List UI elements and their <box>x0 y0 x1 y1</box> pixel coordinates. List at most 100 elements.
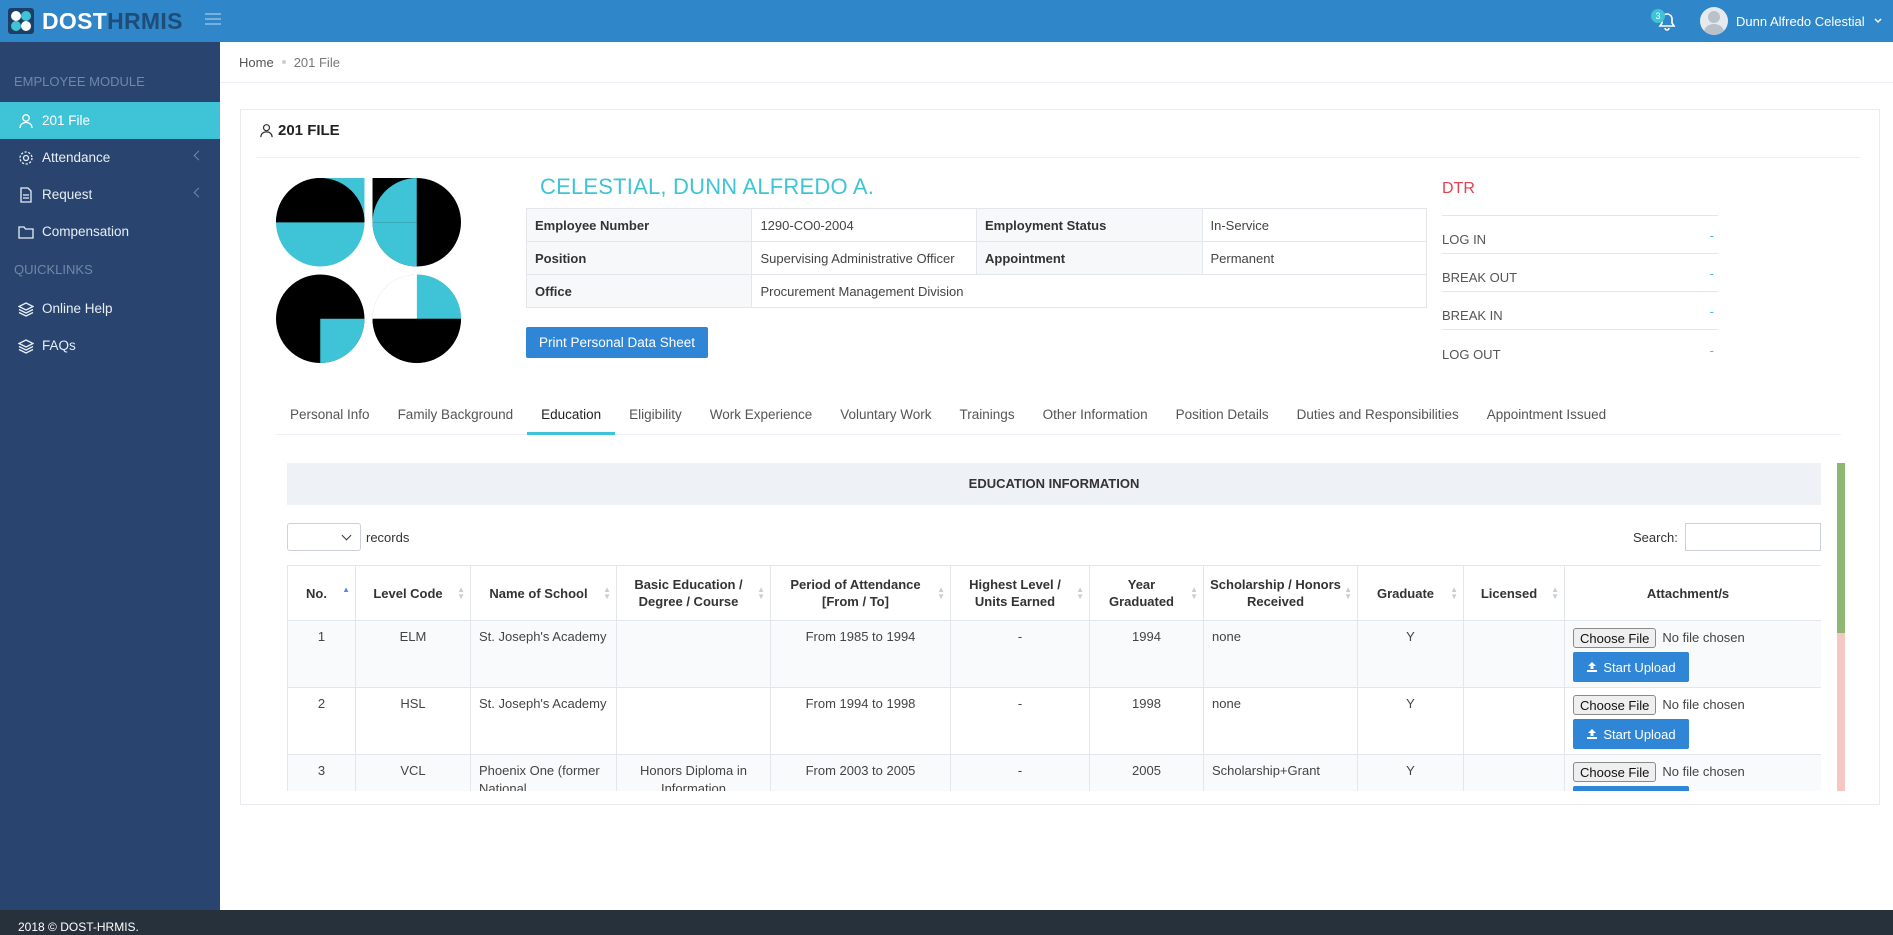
tab-voluntary-work[interactable]: Voluntary Work <box>826 395 945 435</box>
start-upload-button[interactable]: Start Upload <box>1573 652 1689 682</box>
column-header-label: Basic Education / Degree / Course <box>634 577 743 609</box>
table-row: Position Supervising Administrative Offi… <box>525 241 1427 275</box>
cell-year: 1994 <box>1089 620 1204 688</box>
sidebar-item-label: 201 File <box>42 113 91 128</box>
document-icon <box>20 186 32 203</box>
column-header-year[interactable]: Year Graduated ▲ ▼ <box>1089 565 1204 621</box>
cell-course <box>616 687 771 755</box>
cell-attachments: Choose File No file chosen Start Upload <box>1564 687 1821 755</box>
cell-no: 3 <box>287 754 356 791</box>
column-header-label: Highest Level / Units Earned <box>969 577 1061 609</box>
dtr-label: BREAK IN <box>1442 308 1503 323</box>
sidebar-item-faqs[interactable]: FAQs <box>0 327 220 364</box>
education-section-heading: EDUCATION INFORMATION <box>287 463 1821 505</box>
breadcrumb: Home 201 File <box>220 42 1893 83</box>
sort-icon: ▲ ▼ <box>1344 585 1352 601</box>
column-header-label: Level Code <box>373 585 443 601</box>
office-value: Procurement Management Division <box>751 274 1427 308</box>
cell-no: 1 <box>287 620 356 688</box>
column-header-label: Attachment/s <box>1646 585 1730 601</box>
brand-icon <box>8 8 34 34</box>
employee-info-table: Employee Number 1290-CO0-2004 Employment… <box>525 208 1427 308</box>
menu-toggle-icon[interactable] <box>205 13 221 25</box>
file-input[interactable]: Choose File No file chosen <box>1573 695 1813 715</box>
column-header-label: Period of Attendance [From / To] <box>790 577 921 609</box>
column-header-graduate[interactable]: Graduate ▲ ▼ <box>1357 565 1464 621</box>
column-header-label: Year Graduated <box>1108 577 1174 609</box>
column-header-school[interactable]: Name of School ▲ ▼ <box>470 565 617 621</box>
choose-file-button[interactable]: Choose File <box>1573 628 1657 648</box>
table-row: Employee Number 1290-CO0-2004 Employment… <box>525 208 1427 242</box>
scrollbar-thumb[interactable] <box>1837 463 1845 633</box>
sidebar-heading-quicklinks: QUICKLINKS <box>14 262 93 277</box>
column-header-label: Licensed <box>1480 585 1538 601</box>
cell-graduate: Y <box>1357 754 1464 791</box>
records-per-page-select[interactable] <box>287 523 361 551</box>
chevron-down-icon <box>341 530 352 541</box>
column-header-period[interactable]: Period of Attendance [From / To] ▲ ▼ <box>770 565 951 621</box>
layers-icon <box>18 301 34 317</box>
tab-work-experience[interactable]: Work Experience <box>696 395 827 435</box>
start-upload-button[interactable]: Start Upload <box>1573 786 1689 791</box>
sidebar-item-201-file[interactable]: 201 File <box>0 102 220 139</box>
table-row: 3 VCL Phoenix One (former National Honor… <box>287 754 1821 791</box>
footer: 2018 © DOST-HRMIS. <box>0 910 1893 935</box>
file-input[interactable]: Choose File No file chosen <box>1573 762 1813 782</box>
column-header-level-code[interactable]: Level Code ▲ ▼ <box>355 565 471 621</box>
employment-status-label: Employment Status <box>975 208 1203 242</box>
search-input[interactable] <box>1685 523 1821 551</box>
tab-other-information[interactable]: Other Information <box>1029 395 1162 435</box>
column-header-label: Name of School <box>489 585 588 601</box>
choose-file-button[interactable]: Choose File <box>1573 695 1657 715</box>
choose-file-button[interactable]: Choose File <box>1573 762 1657 782</box>
education-table: No. ▲ Level Code ▲ ▼ Name of School ▲ ▼ Basic… <box>287 565 1821 791</box>
file-input[interactable]: Choose File No file chosen <box>1573 628 1813 648</box>
tab-eligibility[interactable]: Eligibility <box>615 395 696 435</box>
column-header-course[interactable]: Basic Education / Degree / Course ▲ ▼ <box>616 565 771 621</box>
page-title-text: 201 FILE <box>278 122 340 139</box>
table-row: 1 ELM St. Joseph's Academy From 1985 to … <box>287 620 1821 688</box>
sort-icon: ▲ ▼ <box>1076 585 1084 601</box>
sort-icon: ▲ ▼ <box>457 585 465 601</box>
tab-trainings[interactable]: Trainings <box>946 395 1029 435</box>
top-bar: DOSTHRMIS 3 Dunn Alfredo Celestial <box>0 0 1893 42</box>
tab-family-background[interactable]: Family Background <box>384 395 528 435</box>
column-header-licensed[interactable]: Licensed ▲ ▼ <box>1463 565 1565 621</box>
breadcrumb-separator <box>281 60 286 64</box>
tab-duties-responsibilities[interactable]: Duties and Responsibilities <box>1283 395 1473 435</box>
cell-period: From 1985 to 1994 <box>770 620 951 688</box>
sidebar-item-online-help[interactable]: Online Help <box>0 290 220 327</box>
brand-logo[interactable]: DOSTHRMIS <box>8 6 183 36</box>
upload-icon <box>1587 662 1598 672</box>
print-pds-button[interactable]: Print Personal Data Sheet <box>526 327 708 358</box>
column-header-honors[interactable]: Scholarship / Honors Received ▲ ▼ <box>1203 565 1358 621</box>
cell-no: 2 <box>287 687 356 755</box>
sidebar-item-compensation[interactable]: Compensation <box>0 213 220 250</box>
folder-icon <box>18 225 34 239</box>
sidebar-item-label: Attendance <box>42 150 111 165</box>
upload-icon <box>1587 729 1598 739</box>
chevron-left-icon <box>193 187 204 198</box>
file-201-panel: 201 FILE CELESTIAL, DUNN ALFREDO A. Empl… <box>240 109 1880 805</box>
tab-education[interactable]: Education <box>527 395 616 435</box>
user-menu[interactable]: Dunn Alfredo Celestial <box>1700 7 1883 35</box>
start-upload-button[interactable]: Start Upload <box>1573 719 1689 749</box>
column-header-no[interactable]: No. ▲ <box>287 565 356 621</box>
cell-units: - <box>950 620 1090 688</box>
cell-period: From 1994 to 1998 <box>770 687 951 755</box>
column-header-units[interactable]: Highest Level / Units Earned ▲ ▼ <box>950 565 1090 621</box>
tab-appointment-issued[interactable]: Appointment Issued <box>1473 395 1620 435</box>
tab-personal-info[interactable]: Personal Info <box>276 395 384 435</box>
table-header-row: No. ▲ Level Code ▲ ▼ Name of School ▲ ▼ Basic… <box>287 565 1821 621</box>
sort-icon: ▲ ▼ <box>757 585 765 601</box>
sidebar-item-request[interactable]: Request <box>0 176 220 213</box>
sidebar-item-attendance[interactable]: Attendance <box>0 139 220 176</box>
position-value: Supervising Administrative Officer <box>751 241 977 275</box>
sort-icon: ▲ ▼ <box>937 585 945 601</box>
dtr-panel: DTR LOG IN - BREAK OUT - BREAK IN - LOG OUT… <box>1442 180 1718 368</box>
education-table-container[interactable]: No. ▲ Level Code ▲ ▼ Name of School ▲ ▼ Basic… <box>287 565 1821 791</box>
tab-position-details[interactable]: Position Details <box>1162 395 1283 435</box>
breadcrumb-home[interactable]: Home <box>239 55 274 70</box>
sidebar-item-label: Request <box>42 187 93 202</box>
sidebar-heading-employee-module: EMPLOYEE MODULE <box>14 74 145 89</box>
